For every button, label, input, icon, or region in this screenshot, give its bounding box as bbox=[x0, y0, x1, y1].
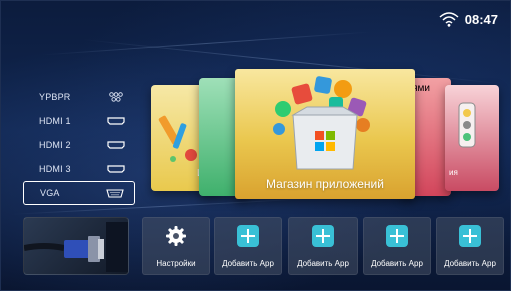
add-icon bbox=[312, 225, 334, 247]
add-app-label: Добавить App bbox=[444, 259, 496, 268]
vga-preview-tile[interactable] bbox=[23, 217, 129, 275]
add-app-label: Добавить App bbox=[371, 259, 423, 268]
hdmi-icon bbox=[107, 116, 125, 126]
add-app-tile[interactable]: Добавить App bbox=[363, 217, 431, 275]
hdmi-icon bbox=[107, 140, 125, 150]
add-icon bbox=[386, 225, 408, 247]
wifi-icon bbox=[439, 12, 459, 27]
source-label: HDMI 2 bbox=[39, 140, 71, 150]
source-item-ypbpr[interactable]: YPBPR bbox=[23, 85, 135, 109]
app-card-partial-right-2[interactable]: ия bbox=[445, 85, 499, 191]
source-label: HDMI 1 bbox=[39, 116, 71, 126]
source-label: YPBPR bbox=[39, 92, 71, 102]
add-app-label: Добавить App bbox=[222, 259, 274, 268]
source-item-hdmi-2[interactable]: HDMI 2 bbox=[23, 133, 135, 157]
app-store-card[interactable]: Магазин приложений bbox=[235, 69, 415, 199]
ypbpr-icon bbox=[107, 92, 125, 102]
home-screen: 08:47 YPBPR HDMI 1 HDMI 2 HDMI 3 VGA ния… bbox=[0, 0, 511, 291]
add-app-tile[interactable]: Добавить App bbox=[288, 217, 358, 275]
source-item-hdmi-3[interactable]: HDMI 3 bbox=[23, 157, 135, 181]
app-card-label: ия bbox=[449, 168, 458, 177]
settings-tile[interactable]: Настройки bbox=[142, 217, 210, 275]
add-app-tile[interactable]: Добавить App bbox=[214, 217, 282, 275]
source-item-vga[interactable]: VGA bbox=[23, 181, 135, 205]
gear-icon bbox=[165, 225, 187, 252]
input-source-list: YPBPR HDMI 1 HDMI 2 HDMI 3 VGA bbox=[23, 85, 135, 205]
add-icon bbox=[237, 225, 259, 247]
settings-label: Настройки bbox=[156, 259, 196, 268]
vga-icon bbox=[106, 188, 124, 198]
status-bar: 08:47 bbox=[439, 11, 498, 27]
add-icon bbox=[459, 225, 481, 247]
add-app-tile[interactable]: Добавить App bbox=[436, 217, 504, 275]
app-store-label: Магазин приложений bbox=[266, 177, 384, 191]
source-label: HDMI 3 bbox=[39, 164, 71, 174]
vga-connector-image bbox=[24, 222, 128, 272]
source-label: VGA bbox=[40, 188, 60, 198]
add-app-label: Добавить App bbox=[297, 259, 349, 268]
hdmi-icon bbox=[107, 164, 125, 174]
source-item-hdmi-1[interactable]: HDMI 1 bbox=[23, 109, 135, 133]
clock: 08:47 bbox=[464, 11, 498, 27]
